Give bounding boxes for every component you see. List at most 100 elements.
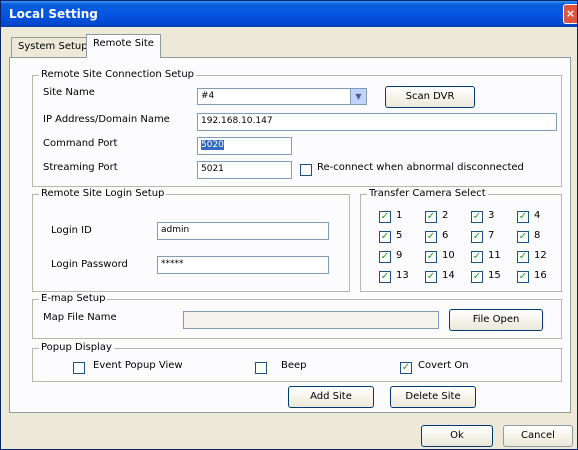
camera-label-11: 11	[488, 250, 501, 261]
camera-label-8: 8	[534, 230, 541, 241]
add-site-button[interactable]: Add Site	[288, 386, 374, 408]
delete-site-button[interactable]: Delete Site	[390, 386, 476, 408]
beep-checkbox[interactable]	[255, 362, 267, 374]
camera-select-group: Transfer Camera Select ✓ 1 ✓ 2 ✓ 3 ✓ 4 ✓ 5 ✓ 6 ✓ 7 ✓ 8 ✓…	[360, 188, 562, 292]
event-popup-checkbox[interactable]	[73, 362, 85, 374]
site-name-combo[interactable]: #4 ▼	[197, 88, 367, 105]
check-icon: ✓	[518, 231, 528, 242]
check-icon: ✓	[472, 231, 482, 242]
command-port-label: Command Port	[43, 138, 118, 149]
streaming-port-label: Streaming Port	[43, 162, 118, 173]
check-icon: ✓	[426, 271, 436, 282]
streaming-port-value: 5021	[201, 164, 224, 174]
camera-label-3: 3	[488, 210, 495, 221]
remote-site-panel: Remote Site Connection Setup Site Name #…	[9, 57, 571, 413]
login-id-input[interactable]: admin	[157, 222, 329, 240]
close-icon[interactable]: ×	[563, 4, 577, 24]
check-icon: ✓	[472, 271, 482, 282]
login-legend: Remote Site Login Setup	[39, 188, 167, 199]
tab-remote-site[interactable]: Remote Site	[86, 34, 161, 58]
camera-checkbox-12[interactable]: ✓	[517, 251, 529, 263]
popup-legend: Popup Display	[39, 342, 114, 353]
camera-label-5: 5	[396, 230, 403, 241]
ip-input[interactable]: 192.168.10.147	[197, 113, 557, 131]
covert-label: Covert On	[418, 360, 469, 371]
map-file-label: Map File Name	[43, 312, 117, 323]
check-icon: ✓	[426, 211, 436, 222]
camera-checkbox-9[interactable]: ✓	[379, 251, 391, 263]
ip-label: IP Address/Domain Name	[43, 114, 170, 125]
site-name-label: Site Name	[43, 87, 95, 98]
check-icon: ✓	[426, 231, 436, 242]
scan-dvr-button[interactable]: Scan DVR	[385, 86, 475, 108]
camera-label-16: 16	[534, 270, 547, 281]
camera-checkbox-16[interactable]: ✓	[517, 271, 529, 283]
camera-label-1: 1	[396, 210, 403, 221]
login-group: Remote Site Login Setup Login ID admin L…	[32, 188, 350, 292]
camera-select-legend: Transfer Camera Select	[367, 188, 488, 199]
emap-group: E-map Setup Map File Name File Open	[32, 293, 562, 339]
cancel-button[interactable]: Cancel	[503, 425, 573, 447]
reconnect-label: Re-connect when abnormal disconnected	[317, 162, 524, 173]
camera-label-15: 15	[488, 270, 501, 281]
chevron-down-icon[interactable]: ▼	[350, 89, 366, 104]
camera-label-14: 14	[442, 270, 455, 281]
connection-group: Remote Site Connection Setup Site Name #…	[32, 69, 562, 187]
camera-checkbox-8[interactable]: ✓	[517, 231, 529, 243]
login-password-input[interactable]: *****	[157, 256, 329, 274]
popup-group: Popup Display Event Popup View Beep ✓ Co…	[32, 342, 562, 382]
beep-label: Beep	[281, 360, 307, 371]
emap-legend: E-map Setup	[39, 293, 108, 304]
check-icon: ✓	[401, 362, 411, 373]
map-file-input[interactable]	[183, 311, 439, 329]
camera-checkbox-13[interactable]: ✓	[379, 271, 391, 283]
login-id-label: Login ID	[51, 225, 92, 236]
command-port-value: 5020	[201, 140, 224, 150]
ok-button[interactable]: Ok	[421, 425, 493, 447]
camera-checkbox-5[interactable]: ✓	[379, 231, 391, 243]
streaming-port-input[interactable]: 5021	[197, 161, 292, 179]
check-icon: ✓	[518, 251, 528, 262]
check-icon: ✓	[472, 211, 482, 222]
command-port-input[interactable]: 5020	[197, 137, 292, 155]
camera-checkbox-2[interactable]: ✓	[425, 211, 437, 223]
window-title: Local Setting	[9, 7, 98, 21]
check-icon: ✓	[380, 271, 390, 282]
camera-label-13: 13	[396, 270, 409, 281]
camera-checkbox-11[interactable]: ✓	[471, 251, 483, 263]
camera-checkbox-4[interactable]: ✓	[517, 211, 529, 223]
camera-checkbox-1[interactable]: ✓	[379, 211, 391, 223]
login-password-label: Login Password	[51, 259, 128, 270]
site-name-value: #4	[201, 91, 215, 101]
title-bar: Local Setting ×	[1, 1, 577, 27]
camera-label-6: 6	[442, 230, 449, 241]
camera-checkbox-14[interactable]: ✓	[425, 271, 437, 283]
reconnect-checkbox[interactable]	[300, 164, 312, 176]
covert-checkbox[interactable]: ✓	[400, 362, 412, 374]
check-icon: ✓	[472, 251, 482, 262]
camera-checkbox-3[interactable]: ✓	[471, 211, 483, 223]
check-icon: ✓	[380, 231, 390, 242]
camera-checkbox-7[interactable]: ✓	[471, 231, 483, 243]
check-icon: ✓	[518, 211, 528, 222]
connection-legend: Remote Site Connection Setup	[39, 69, 197, 80]
camera-label-7: 7	[488, 230, 495, 241]
login-password-value: *****	[161, 259, 184, 269]
check-icon: ✓	[380, 251, 390, 262]
camera-label-10: 10	[442, 250, 455, 261]
check-icon: ✓	[426, 251, 436, 262]
tab-system-setup[interactable]: System Setup	[11, 37, 95, 57]
camera-label-12: 12	[534, 250, 547, 261]
camera-label-2: 2	[442, 210, 449, 221]
ip-value: 192.168.10.147	[201, 116, 273, 126]
tab-remote-site-label: Remote Site	[93, 38, 154, 49]
login-id-value: admin	[161, 225, 190, 235]
local-setting-dialog: Local Setting × System Setup Remote Site…	[0, 0, 578, 450]
camera-checkbox-6[interactable]: ✓	[425, 231, 437, 243]
tab-system-setup-label: System Setup	[18, 41, 88, 52]
check-icon: ✓	[380, 211, 390, 222]
camera-label-9: 9	[396, 250, 403, 261]
camera-checkbox-10[interactable]: ✓	[425, 251, 437, 263]
camera-checkbox-15[interactable]: ✓	[471, 271, 483, 283]
file-open-button[interactable]: File Open	[449, 309, 543, 331]
